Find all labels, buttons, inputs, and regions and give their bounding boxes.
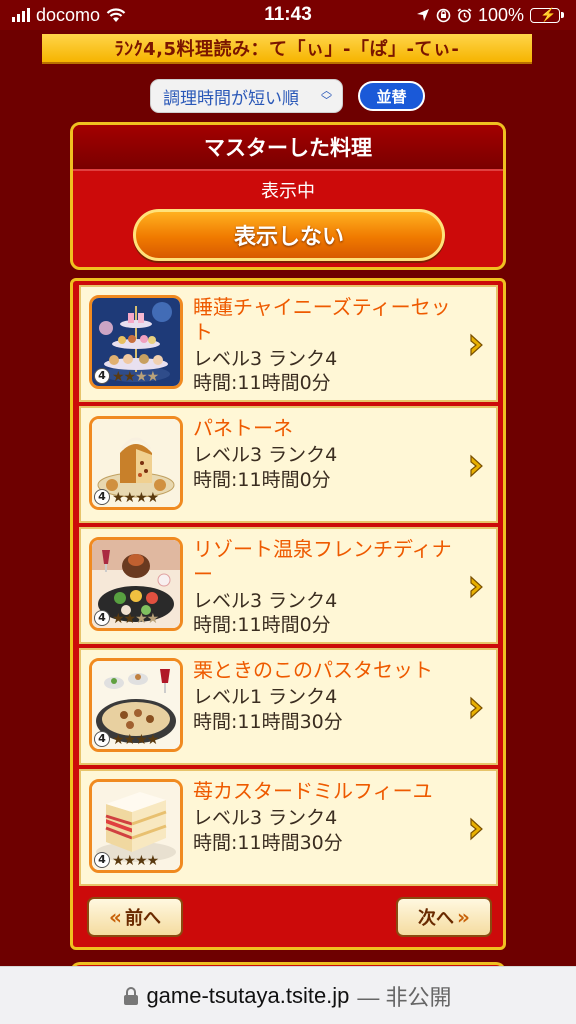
prev-page-button[interactable]: « 前へ <box>87 897 183 937</box>
star-rating: ★★★★ <box>112 853 159 869</box>
star-rating: ★★★★ <box>112 490 159 506</box>
chevron-right-double-icon: » <box>457 905 470 929</box>
pasta-set-image: 4 ★★★★ <box>89 658 183 752</box>
recipe-name: 睡蓮チャイニーズティーセット <box>193 295 451 344</box>
mille-feuille-image: 4 ★★★★ <box>89 779 183 873</box>
recipe-level: レベル3 ランク4 <box>193 590 338 612</box>
recipe-level: レベル1 ランク4 <box>193 686 338 708</box>
chinese-tea-set-image: 4 ★★★★ <box>89 295 183 389</box>
status-bar: docomo 11:43 100% ⚡ <box>0 0 576 30</box>
chevron-up-down-icon: ︿ ﹀ <box>321 84 332 107</box>
chevron-right-icon <box>470 696 483 720</box>
mastered-recipes-panel: マスターした料理 表示中 表示しない <box>70 122 506 270</box>
recipe-item-mille-feuille[interactable]: 4 ★★★★ 苺カスタードミルフィーユ レベル3 ランク4 時間:11時間30分 <box>79 769 498 886</box>
recipe-item-panettone[interactable]: 4 ★★★★ パネトーネ レベル3 ランク4 時間:11時間0分 <box>79 406 498 523</box>
star-rating: ★★★★ <box>112 611 159 627</box>
recipe-level: レベル3 ランク4 <box>193 807 338 829</box>
sort-order-select[interactable]: 調理時間が短い順 ︿ ﹀ <box>150 79 343 113</box>
browser-url-bar[interactable]: game-tsutaya.tsite.jp — 非公開 <box>0 966 576 1024</box>
wifi-icon <box>106 7 126 22</box>
url-private-label: — 非公開 <box>357 984 452 1010</box>
chevron-right-icon <box>470 817 483 841</box>
lock-icon <box>124 986 139 1005</box>
carrier-label: docomo <box>36 4 101 25</box>
rank-badge: 4 <box>94 489 110 505</box>
recipe-time: 時間:11時間30分 <box>193 711 343 733</box>
recipe-time: 時間:11時間30分 <box>193 832 343 854</box>
recipe-list: 4 ★★★★ 睡蓮チャイニーズティーセット レベル3 ランク4 時間:11時間0… <box>70 278 506 950</box>
chevron-left-icon: « <box>109 905 122 929</box>
location-icon <box>416 9 429 21</box>
orientation-lock-icon <box>436 8 451 22</box>
recipe-name: 苺カスタードミルフィーユ <box>193 779 433 803</box>
star-rating: ★★★★ <box>112 732 159 748</box>
url-domain: game-tsutaya.tsite.jp <box>146 982 350 1008</box>
display-status: 表示中 <box>261 181 315 202</box>
rank-badge: 4 <box>94 610 110 626</box>
mastered-recipes-title: マスターした料理 <box>73 125 503 171</box>
recipe-name: パネトーネ <box>193 416 293 440</box>
recipe-time: 時間:11時間0分 <box>193 614 331 636</box>
sort-order-value: 調理時間が短い順 <box>163 88 299 109</box>
recipe-name: 栗ときのこのパスタセット <box>193 658 433 682</box>
chevron-right-icon <box>470 454 483 478</box>
recipe-name: リゾート温泉フレンチディナー <box>193 537 452 586</box>
recipe-item-french-dinner[interactable]: 4 ★★★★ リゾート温泉フレンチディナー レベル3 ランク4 時間:11時間0… <box>79 527 498 644</box>
recipe-item-tea-set[interactable]: 4 ★★★★ 睡蓮チャイニーズティーセット レベル3 ランク4 時間:11時間0… <box>79 285 498 402</box>
sort-button[interactable]: 並替 <box>358 81 425 111</box>
recipe-level: レベル3 ランク4 <box>193 444 338 466</box>
recipe-time: 時間:11時間0分 <box>193 469 331 491</box>
rank-badge: 4 <box>94 368 110 384</box>
battery-icon: ⚡ <box>530 7 564 23</box>
alarm-icon <box>457 7 472 22</box>
prev-page-label: 前へ <box>124 908 161 929</box>
signal-icon <box>12 8 30 22</box>
hide-mastered-button[interactable]: 表示しない <box>133 209 445 261</box>
star-rating: ★★★★ <box>112 369 159 385</box>
next-page-button[interactable]: 次へ » <box>396 897 492 937</box>
chevron-right-icon <box>470 575 483 599</box>
chevron-right-icon <box>470 333 483 357</box>
panettone-image: 4 ★★★★ <box>89 416 183 510</box>
next-page-label: 次へ <box>418 908 455 929</box>
recipe-level: レベル3 ランク4 <box>193 348 338 370</box>
rank-badge: 4 <box>94 852 110 868</box>
recipe-item-pasta-set[interactable]: 4 ★★★★ 栗ときのこのパスタセット レベル1 ランク4 時間:11時間30分 <box>79 648 498 765</box>
french-dinner-image: 4 ★★★★ <box>89 537 183 631</box>
recipe-time: 時間:11時間0分 <box>193 372 331 394</box>
rank-badge: 4 <box>94 731 110 747</box>
battery-percent: 100% <box>477 4 524 25</box>
notice-banner: ﾗﾝｸ4,5料理読み：て「ぃ」-「ぱ」-てぃ- <box>42 34 532 64</box>
